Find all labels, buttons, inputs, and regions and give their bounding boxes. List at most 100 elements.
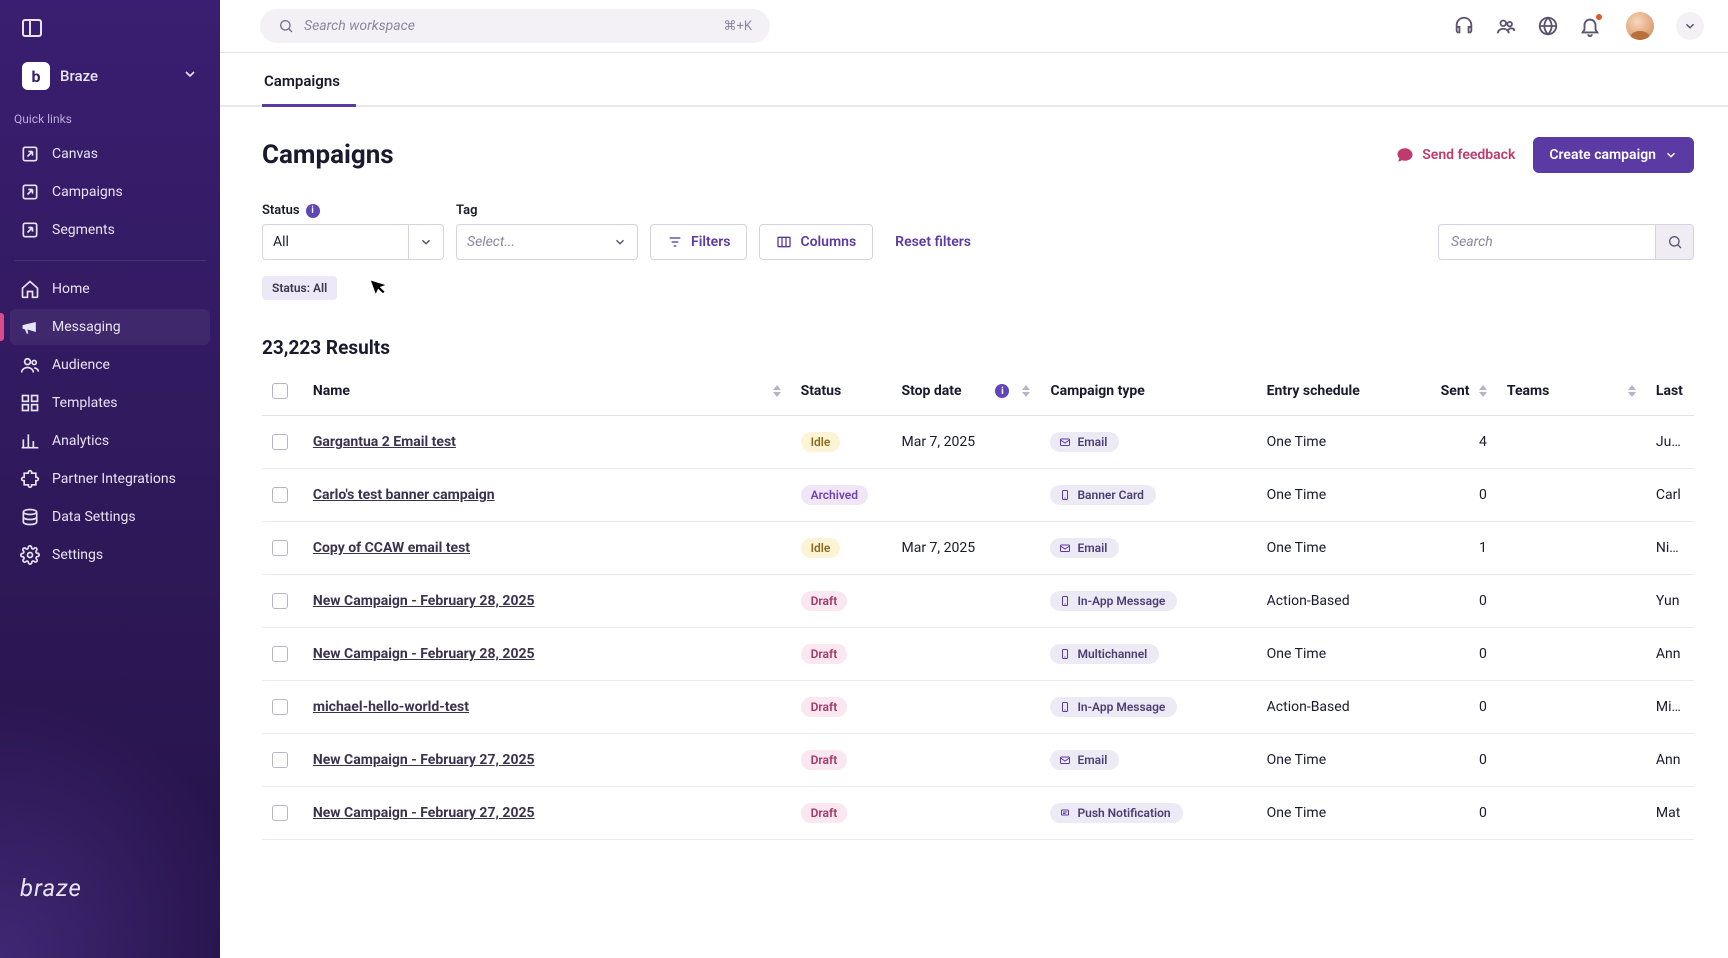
chevron-down-icon <box>182 66 198 86</box>
row-checkbox[interactable] <box>272 487 288 503</box>
row-checkbox[interactable] <box>272 699 288 715</box>
sidebar-item-analytics[interactable]: Analytics <box>10 423 210 459</box>
campaign-type-badge: In-App Message <box>1050 591 1177 611</box>
schedule-cell: Action-Based <box>1257 575 1418 628</box>
reset-filters-button[interactable]: Reset filters <box>885 224 981 260</box>
columns-button[interactable]: Columns <box>759 224 873 260</box>
tab-campaigns[interactable]: Campaigns <box>262 56 356 107</box>
sidebar-item-canvas[interactable]: Canvas <box>10 136 210 172</box>
sidebar-item-campaigns-link[interactable]: Campaigns <box>10 174 210 210</box>
row-checkbox[interactable] <box>272 434 288 450</box>
sidebar-item-label: Canvas <box>52 146 98 162</box>
campaign-name-link[interactable]: New Campaign - February 27, 2025 <box>313 805 535 821</box>
status-label: Status <box>262 203 300 218</box>
col-sent[interactable]: Sent <box>1441 383 1470 399</box>
quick-links-list: Canvas Campaigns Segments <box>0 134 220 250</box>
sidebar-item-data-settings[interactable]: Data Settings <box>10 499 210 535</box>
schedule-cell: One Time <box>1257 628 1418 681</box>
search-input[interactable] <box>304 18 723 34</box>
puzzle-icon <box>20 469 40 489</box>
search-shortcut: ⌘+K <box>723 19 752 34</box>
panel-icon <box>20 16 44 40</box>
help-button[interactable] <box>1452 14 1476 38</box>
stop-date-cell <box>891 469 1040 522</box>
info-icon[interactable]: i <box>306 204 320 218</box>
row-checkbox[interactable] <box>272 593 288 609</box>
sidebar: b Braze Quick links Canvas Campaigns Seg… <box>0 0 220 958</box>
search-icon <box>1667 234 1683 250</box>
campaign-type-badge: Push Notification <box>1050 803 1182 823</box>
stop-date-cell <box>891 628 1040 681</box>
campaign-name-link[interactable]: michael-hello-world-test <box>313 699 469 715</box>
workspace-switcher[interactable]: b Braze <box>16 58 204 94</box>
notifications-button[interactable] <box>1578 14 1602 38</box>
sort-icon[interactable] <box>1479 385 1487 397</box>
community-button[interactable] <box>1494 14 1518 38</box>
info-icon[interactable]: i <box>995 384 1009 398</box>
status-badge: Draft <box>801 803 848 823</box>
feedback-label: Send feedback <box>1422 147 1515 163</box>
sidebar-item-home[interactable]: Home <box>10 271 210 307</box>
columns-label: Columns <box>800 234 856 250</box>
status-select[interactable]: All <box>262 224 444 260</box>
user-menu-button[interactable] <box>1676 12 1704 40</box>
type-icon <box>1059 595 1071 607</box>
row-checkbox[interactable] <box>272 540 288 556</box>
col-stop-date[interactable]: Stop date <box>901 383 995 399</box>
search-button[interactable] <box>1655 224 1693 260</box>
sidebar-collapse-button[interactable] <box>0 0 220 54</box>
select-all-checkbox[interactable] <box>272 383 288 399</box>
campaign-type-badge: Email <box>1050 750 1119 770</box>
topbar-actions <box>1452 12 1704 40</box>
chart-icon <box>20 431 40 451</box>
brand-logo: braze <box>0 850 220 958</box>
sort-icon[interactable] <box>1022 385 1030 397</box>
table-row: Carlo's test banner campaignArchivedBann… <box>262 469 1694 522</box>
create-campaign-button[interactable]: Create campaign <box>1533 137 1694 173</box>
campaign-name-link[interactable]: Carlo's test banner campaign <box>313 487 495 503</box>
stop-date-cell <box>891 734 1040 787</box>
col-name[interactable]: Name <box>313 383 767 399</box>
table-search-input[interactable] <box>1439 234 1655 250</box>
reset-label: Reset filters <box>895 234 971 250</box>
tag-placeholder: Select... <box>467 234 613 250</box>
status-badge: Archived <box>801 485 868 505</box>
main-nav: Home Messaging Audience Templates Analyt… <box>0 269 220 575</box>
sort-icon[interactable] <box>773 385 781 397</box>
workspace-avatar: b <box>22 62 50 90</box>
sort-icon[interactable] <box>1628 385 1636 397</box>
campaign-name-link[interactable]: Copy of CCAW email test <box>313 540 470 556</box>
sidebar-item-audience[interactable]: Audience <box>10 347 210 383</box>
user-avatar[interactable] <box>1626 12 1654 40</box>
status-filter: Status i All <box>262 203 444 260</box>
row-checkbox[interactable] <box>272 805 288 821</box>
sidebar-item-templates[interactable]: Templates <box>10 385 210 421</box>
table-search[interactable] <box>1438 224 1694 260</box>
campaign-name-link[interactable]: Gargantua 2 Email test <box>313 434 456 450</box>
sidebar-item-settings[interactable]: Settings <box>10 537 210 573</box>
global-search[interactable]: ⌘+K <box>260 9 770 43</box>
send-feedback-button[interactable]: Send feedback <box>1396 146 1515 164</box>
col-teams[interactable]: Teams <box>1507 383 1622 399</box>
last-cell: Nich <box>1646 522 1694 575</box>
sidebar-item-segments[interactable]: Segments <box>10 212 210 248</box>
sent-cell: 4 <box>1418 416 1497 469</box>
create-label: Create campaign <box>1549 147 1656 163</box>
teams-cell <box>1497 787 1646 840</box>
filters-label: Filters <box>691 234 730 250</box>
campaign-name-link[interactable]: New Campaign - February 28, 2025 <box>313 646 535 662</box>
sidebar-item-partner[interactable]: Partner Integrations <box>10 461 210 497</box>
filters-button[interactable]: Filters <box>650 224 747 260</box>
sidebar-item-label: Settings <box>52 547 103 563</box>
sidebar-item-messaging[interactable]: Messaging <box>10 309 210 345</box>
campaign-name-link[interactable]: New Campaign - February 27, 2025 <box>313 752 535 768</box>
row-checkbox[interactable] <box>272 646 288 662</box>
row-checkbox[interactable] <box>272 752 288 768</box>
campaign-name-link[interactable]: New Campaign - February 28, 2025 <box>313 593 535 609</box>
language-button[interactable] <box>1536 14 1560 38</box>
schedule-cell: One Time <box>1257 522 1418 575</box>
tag-select[interactable]: Select... <box>456 224 638 260</box>
status-chip[interactable]: Status: All <box>262 276 337 300</box>
teams-cell <box>1497 416 1646 469</box>
notification-dot <box>1594 12 1604 22</box>
